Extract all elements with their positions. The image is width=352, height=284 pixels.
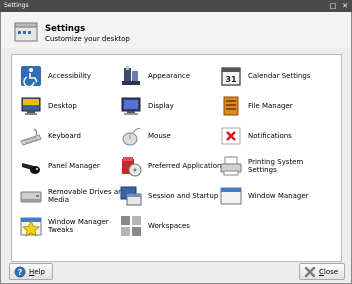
item-label: Removable Drives and Media [48, 188, 128, 204]
item-window-manager-tweaks[interactable]: Window Manager Tweaks [20, 215, 120, 237]
item-calendar-settings[interactable]: 31 Calendar Settings [220, 65, 320, 87]
item-label: Panel Manager [48, 162, 100, 170]
header: Settings Customize your desktop [1, 12, 351, 48]
file-manager-icon [223, 96, 239, 116]
item-label: Workspaces [148, 222, 190, 230]
item-display[interactable]: Display [120, 95, 220, 117]
item-printing-system-settings[interactable]: Printing System Settings [220, 155, 320, 177]
removable-drives-icon [20, 191, 42, 203]
keyboard-icon [20, 128, 42, 146]
display-icon [121, 97, 141, 115]
item-label: Window Manager [248, 192, 309, 200]
close-button[interactable]: Close [299, 263, 345, 280]
item-session-and-startup[interactable]: Session and Startup [120, 185, 220, 207]
item-removable-drives[interactable]: Removable Drives and Media [20, 185, 127, 207]
appearance-icon [122, 66, 140, 85]
item-workspaces[interactable]: Workspaces [120, 215, 220, 237]
header-title: Settings [45, 24, 86, 34]
window-manager-icon [220, 187, 242, 205]
settings-manager-icon [14, 22, 38, 42]
item-accessibility[interactable]: Accessibility [20, 65, 120, 87]
item-label: Session and Startup [148, 192, 219, 200]
item-label: Preferred Applications [148, 162, 226, 170]
window-title: Settings [4, 2, 29, 9]
session-startup-icon [120, 186, 142, 206]
printer-icon [220, 156, 242, 176]
window-manager-tweaks-icon [20, 217, 42, 237]
settings-icon-grid: Accessibility Appearance 31 Calendar Set… [11, 54, 342, 262]
item-notifications[interactable]: Notifications [220, 125, 320, 147]
help-icon: ? [14, 266, 26, 277]
svg-text:?: ? [18, 268, 23, 277]
item-label: Mouse [148, 132, 171, 140]
item-label: File Manager [248, 102, 293, 110]
accessibility-icon [21, 66, 41, 87]
preferred-applications-icon [122, 157, 142, 177]
item-appearance[interactable]: Appearance [120, 65, 220, 87]
item-file-manager[interactable]: File Manager [220, 95, 320, 117]
item-label: Keyboard [48, 132, 81, 140]
item-label: Display [148, 102, 174, 110]
item-label: Notifications [248, 132, 292, 140]
item-mouse[interactable]: Mouse [120, 125, 220, 147]
close-icon [304, 266, 316, 277]
item-label: Printing System Settings [248, 158, 304, 174]
desktop-icon [21, 97, 41, 115]
item-preferred-applications[interactable]: Preferred Applications [120, 155, 225, 177]
window-close-button[interactable]: ✕ [340, 1, 350, 11]
mouse-icon [122, 128, 141, 146]
workspaces-icon [121, 216, 141, 236]
item-label: Calendar Settings [248, 72, 311, 80]
item-panel-manager[interactable]: Panel Manager [20, 155, 120, 177]
header-subtitle: Customize your desktop [45, 35, 130, 43]
item-label: Appearance [148, 72, 191, 80]
close-label: lose [323, 267, 339, 276]
help-button[interactable]: ? Help [9, 263, 53, 280]
notifications-icon [221, 127, 241, 145]
svg-text:31: 31 [225, 75, 237, 84]
help-label: elp [34, 267, 45, 276]
item-label: Desktop [48, 102, 77, 110]
calendar-icon: 31 [221, 67, 241, 86]
item-label: Window Manager Tweaks [48, 218, 109, 234]
settings-window: Settings Customize your desktop Accessib… [0, 12, 352, 284]
item-label: Accessibility [48, 72, 92, 80]
panel-manager-icon [22, 163, 40, 174]
item-window-manager[interactable]: Window Manager [220, 185, 320, 207]
maximize-button[interactable]: □ [328, 1, 338, 11]
window-titlebar[interactable]: Settings □ ✕ [0, 0, 352, 12]
item-keyboard[interactable]: Keyboard [20, 125, 120, 147]
item-desktop[interactable]: Desktop [20, 95, 120, 117]
